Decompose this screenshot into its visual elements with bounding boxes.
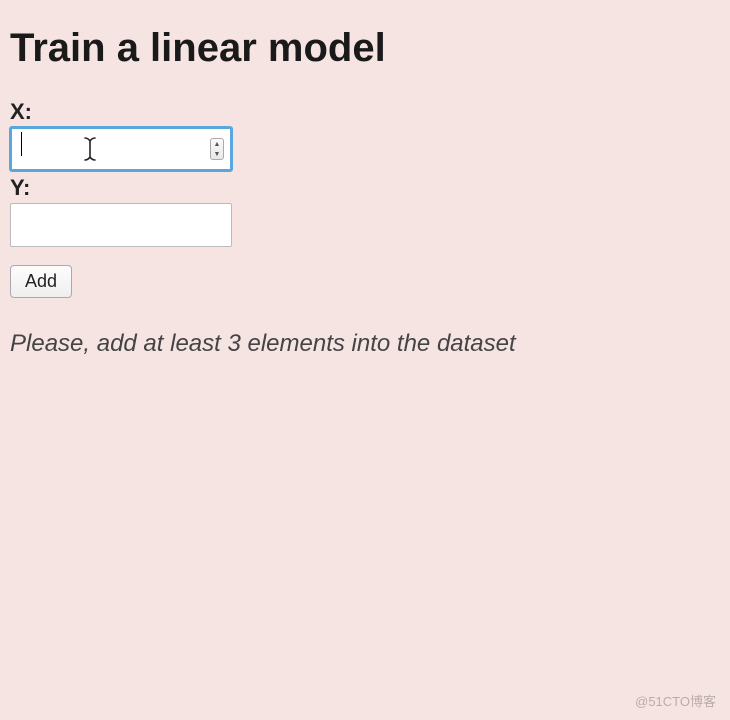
x-field-row: X: [10,99,720,171]
x-spinner[interactable] [210,138,224,160]
spinner-down-icon[interactable] [214,151,221,158]
add-button[interactable]: Add [10,265,72,298]
y-field-row: Y: [10,175,720,247]
watermark: @51CTO博客 [635,691,716,710]
text-caret [21,132,22,156]
page-title: Train a linear model [10,26,720,71]
y-input[interactable] [10,203,232,247]
hint-text: Please, add at least 3 elements into the… [10,330,720,358]
y-label: Y: [10,175,720,201]
x-input[interactable] [10,127,232,171]
text-cursor-icon [82,136,98,162]
x-label: X: [10,99,720,125]
spinner-up-icon[interactable] [214,141,221,148]
